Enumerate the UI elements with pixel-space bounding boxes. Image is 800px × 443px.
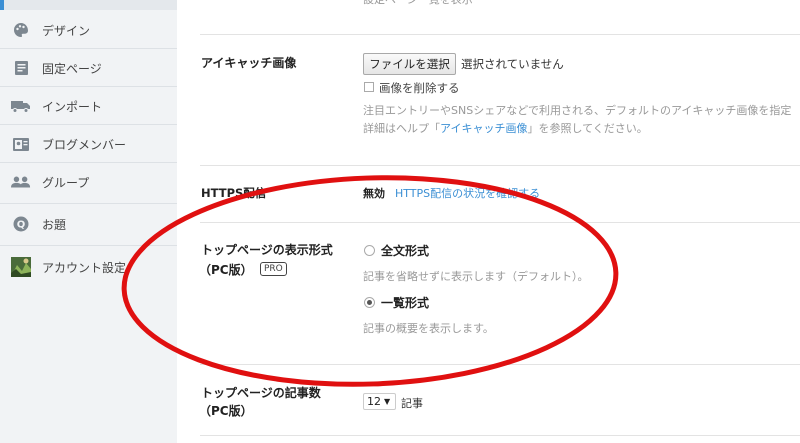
previous-row-text: 設定ページ一覧を表示 bbox=[363, 0, 473, 7]
choose-file-button[interactable]: ファイルを選択 bbox=[363, 53, 456, 75]
post-count-unit: 記事 bbox=[401, 397, 423, 410]
sidebar-item-label: グループ bbox=[42, 175, 90, 190]
sidebar-item-label: ブログメンバー bbox=[42, 137, 127, 152]
full-text-label: 全文形式 bbox=[381, 244, 430, 258]
palette-icon bbox=[11, 21, 31, 39]
svg-text:Q: Q bbox=[17, 220, 26, 231]
delete-image-label: 画像を削除する bbox=[379, 81, 460, 95]
group-icon bbox=[11, 173, 31, 191]
sidebar-item-account[interactable]: アカウント設定 bbox=[0, 248, 177, 286]
avatar-icon bbox=[11, 257, 31, 277]
sidebar-item-label: お題 bbox=[42, 217, 67, 232]
divider bbox=[200, 165, 800, 166]
sidebar-item-label: アカウント設定 bbox=[42, 260, 127, 275]
eyecatch-help-link[interactable]: アイキャッチ画像 bbox=[440, 122, 527, 135]
divider bbox=[0, 245, 177, 246]
full-text-desc: 記事を省略せずに表示します（デフォルト）。 bbox=[363, 270, 589, 283]
list-format-desc: 記事の概要を表示します。 bbox=[363, 322, 494, 335]
divider bbox=[200, 222, 800, 223]
top-count-label: トップページの記事数 bbox=[201, 386, 321, 400]
divider bbox=[200, 364, 800, 365]
top-count-pc-label: （PC版） bbox=[199, 404, 253, 418]
theme-icon: Q bbox=[11, 215, 31, 233]
divider bbox=[200, 34, 800, 35]
page-icon bbox=[11, 59, 31, 77]
top-display-pc-label: （PC版） bbox=[199, 263, 253, 277]
eyecatch-help: 詳細はヘルプ「アイキャッチ画像」を参照してください。 bbox=[363, 120, 648, 136]
file-status: 選択されていません bbox=[461, 57, 564, 71]
sidebar-item-group[interactable]: グループ bbox=[0, 163, 177, 201]
list-format-radio[interactable] bbox=[364, 297, 375, 308]
divider bbox=[200, 435, 800, 436]
https-status: 無効 bbox=[363, 187, 385, 200]
delete-image-checkbox[interactable] bbox=[364, 82, 374, 92]
sidebar: デザイン 固定ページ インポート ブログメンバー グループ Q お題 アカウント… bbox=[0, 0, 177, 443]
sidebar-item-pages[interactable]: 固定ページ bbox=[0, 49, 177, 87]
pro-badge: PRO bbox=[260, 262, 287, 276]
sidebar-item-theme[interactable]: Q お題 bbox=[0, 205, 177, 243]
eyecatch-label: アイキャッチ画像 bbox=[201, 56, 297, 70]
sidebar-item-label: 固定ページ bbox=[42, 61, 102, 76]
help-prefix: 詳細はヘルプ「 bbox=[363, 122, 440, 135]
sidebar-item-import[interactable]: インポート bbox=[0, 87, 177, 125]
help-suffix: 」を参照してください。 bbox=[527, 122, 648, 135]
member-icon bbox=[11, 135, 31, 153]
post-count-value: 12 bbox=[367, 395, 381, 408]
https-status-link[interactable]: HTTPS配信の状況を確認する bbox=[395, 185, 540, 201]
sidebar-item-label: インポート bbox=[42, 99, 103, 114]
sidebar-item-members[interactable]: ブログメンバー bbox=[0, 125, 177, 163]
top-display-label: トップページの表示形式 bbox=[201, 243, 333, 257]
divider bbox=[0, 203, 177, 204]
https-label: HTTPS配信 bbox=[201, 186, 267, 200]
sidebar-item-design[interactable]: デザイン bbox=[0, 11, 177, 49]
eyecatch-note: 注目エントリーやSNSシェアなどで利用される、デフォルトのアイキャッチ画像を指定 bbox=[363, 104, 792, 117]
sidebar-active-item[interactable] bbox=[0, 0, 177, 10]
full-text-radio[interactable] bbox=[364, 245, 375, 256]
truck-icon bbox=[11, 97, 31, 115]
list-format-label: 一覧形式 bbox=[381, 296, 430, 310]
sidebar-item-label: デザイン bbox=[42, 23, 91, 38]
chevron-down-icon: ▼ bbox=[384, 397, 391, 406]
post-count-select[interactable]: 12 ▼ bbox=[363, 393, 396, 410]
